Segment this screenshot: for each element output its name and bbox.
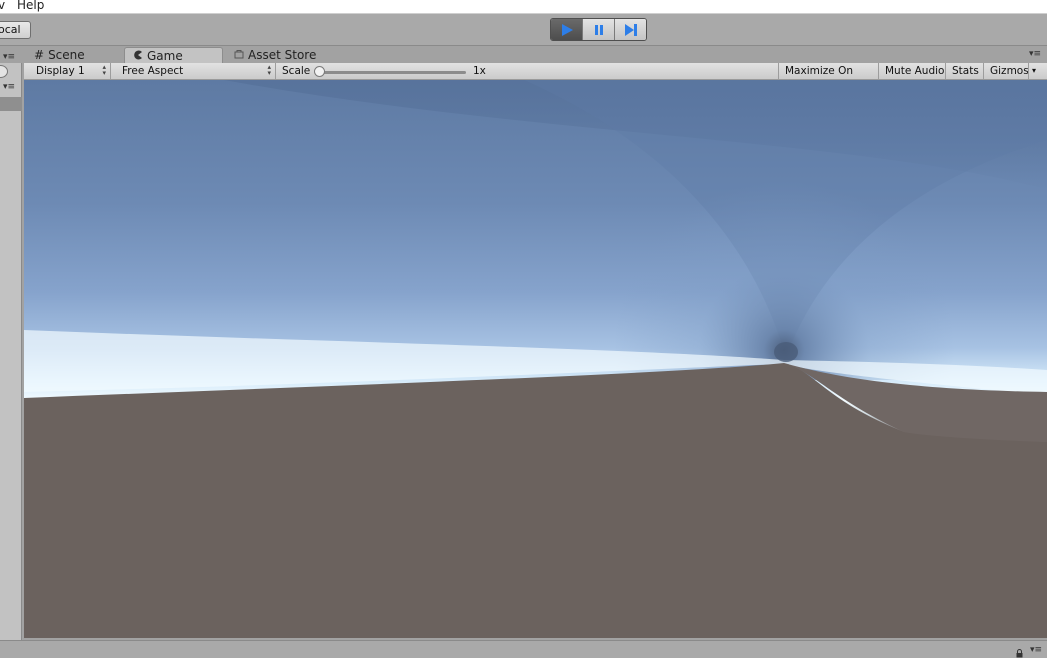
display-dropdown[interactable]: Display 1 ▴ ▾ xyxy=(30,63,111,79)
game-viewport[interactable] xyxy=(24,80,1047,638)
hierarchy-panel-strip: ▾≡ xyxy=(0,63,22,640)
tab-scene-label: Scene xyxy=(48,48,85,62)
step-icon xyxy=(624,23,637,36)
game-view-toolbar: Display 1 ▴ ▾ Free Aspect ▴ ▾ Scale 1x Max… xyxy=(24,63,1047,93)
tab-asset-store[interactable]: Asset Store xyxy=(234,47,316,63)
scale-value: 1x xyxy=(473,65,486,77)
tab-scene[interactable]: # Scene xyxy=(34,47,85,63)
aspect-dropdown[interactable]: Free Aspect ▴ ▾ xyxy=(116,63,276,79)
status-menu-icon[interactable]: ▾≡ xyxy=(1030,645,1042,655)
play-controls xyxy=(550,18,647,41)
tab-menu-icon[interactable]: ▾≡ xyxy=(1029,49,1041,59)
lock-icon[interactable] xyxy=(1016,648,1023,658)
store-icon xyxy=(234,48,244,62)
gizmos-toggle[interactable]: Gizmos xyxy=(983,63,1029,79)
play-button[interactable] xyxy=(551,19,583,40)
scale-slider-track[interactable] xyxy=(320,71,466,74)
tab-asset-store-label: Asset Store xyxy=(248,48,317,62)
pivot-rotation-button[interactable]: ocal xyxy=(0,21,31,39)
view-tab-bar: ▾≡ # Scene Game Asset Store ▾≡ xyxy=(0,46,1047,63)
display-label: Display 1 xyxy=(36,65,85,77)
scale-slider-handle[interactable] xyxy=(314,66,325,77)
pause-button[interactable] xyxy=(583,19,615,40)
menu-item-window[interactable]: v xyxy=(0,0,5,12)
dropdown-arrows-icon: ▴ ▾ xyxy=(102,63,106,77)
tab-game-label: Game xyxy=(147,48,183,63)
panel-menu-icon[interactable]: ▾≡ xyxy=(3,52,15,62)
hierarchy-menu-icon[interactable]: ▾≡ xyxy=(3,82,15,92)
selected-row[interactable] xyxy=(0,97,22,111)
search-field[interactable] xyxy=(0,65,8,78)
mute-audio-toggle[interactable]: Mute Audio xyxy=(878,63,945,79)
pause-icon xyxy=(594,24,603,35)
menu-item-help[interactable]: Help xyxy=(17,0,44,12)
skybox-render xyxy=(24,80,1047,638)
status-bar: ▾≡ xyxy=(0,640,1047,658)
maximize-on-play-toggle[interactable]: Maximize On Play xyxy=(778,63,878,93)
tab-game[interactable]: Game xyxy=(124,47,223,63)
pacman-icon xyxy=(133,49,143,63)
grid-icon: # xyxy=(34,48,45,62)
stats-toggle[interactable]: Stats xyxy=(945,63,983,79)
gizmos-dropdown-icon[interactable]: ▾ xyxy=(1028,63,1041,79)
step-button[interactable] xyxy=(615,19,646,40)
menu-bar: v Help xyxy=(0,0,1047,14)
aspect-label: Free Aspect xyxy=(122,65,184,77)
play-icon xyxy=(561,23,573,36)
main-toolbar: ocal xyxy=(0,14,1047,46)
dropdown-arrows-icon: ▴ ▾ xyxy=(267,63,271,77)
scale-label: Scale xyxy=(282,65,311,77)
